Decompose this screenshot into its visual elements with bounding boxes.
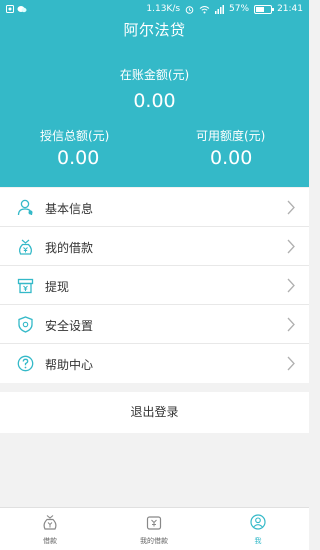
tab-label: 我的借款 [140,537,168,545]
menu-item-basic-info[interactable]: 基本信息 [0,188,309,227]
loan-bag-icon [43,515,57,530]
network-speed: 1.13K/s [146,4,181,14]
bottom-tab-bar: 借款 我的借款 我 [0,507,309,550]
money-bag-icon [18,239,33,255]
battery-icon [254,4,275,14]
signal-icon [215,4,225,14]
user-icon [17,199,33,216]
available-credit-label: 可用额度(元) [196,129,266,143]
status-left [6,5,27,13]
status-right: 1.13K/s 57% 21:41 [146,4,303,14]
menu-item-security[interactable]: 安全设置 [0,305,309,344]
notification-icon [6,5,14,13]
wechat-icon [17,6,27,13]
clock: 21:41 [277,4,303,14]
menu-item-withdraw[interactable]: 提现 [0,266,309,305]
available-credit-value: 0.00 [210,147,253,169]
help-icon [17,355,34,372]
tab-me[interactable]: 我 [218,508,298,550]
menu-item-my-loans[interactable]: 我的借款 [0,227,309,266]
page-title: 阿尔法贷 [123,21,186,39]
menu-item-help[interactable]: 帮助中心 [0,344,309,383]
chevron-right-icon [287,356,295,371]
menu-list: 基本信息 我的借款 提现 安全设置 帮助中心 [0,188,309,383]
in-account-value: 0.00 [133,90,176,112]
shield-icon [18,316,33,333]
me-icon [250,514,266,530]
menu-item-label: 安全设置 [45,319,94,333]
chevron-right-icon [287,278,295,293]
chevron-right-icon [287,200,295,215]
my-loans-icon [146,516,162,530]
menu-item-label: 帮助中心 [45,358,94,372]
menu-item-label: 提现 [45,280,70,294]
chevron-right-icon [287,239,295,254]
withdraw-icon [17,278,34,294]
logout-button[interactable]: 退出登录 [0,392,309,433]
chevron-right-icon [287,317,295,332]
credit-total-label: 授信总额(元) [40,129,110,143]
in-account-label: 在账金额(元) [119,68,190,82]
battery-level: 57% [229,4,250,14]
header-panel: 1.13K/s 57% 21:41 阿尔法贷 在账金额(元) 0.00 授信总额… [0,0,309,187]
tab-label: 我 [254,537,262,545]
tab-my-loans[interactable]: 我的借款 [114,508,194,550]
status-bar: 1.13K/s 57% 21:41 [0,0,309,20]
alarm-icon [185,5,194,14]
menu-item-label: 基本信息 [45,202,94,216]
menu-item-label: 我的借款 [45,241,94,255]
tab-loan[interactable]: 借款 [10,508,90,550]
tab-label: 借款 [43,537,57,545]
wifi-icon [199,5,210,13]
credit-total-value: 0.00 [57,147,100,169]
battery-fill [256,6,265,12]
